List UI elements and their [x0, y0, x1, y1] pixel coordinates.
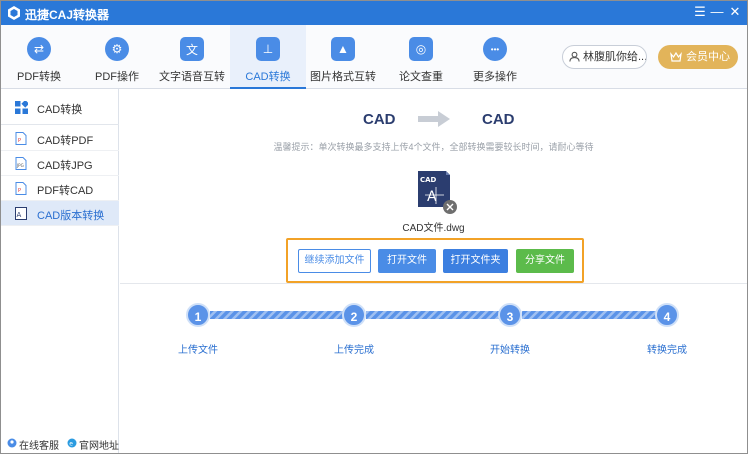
minimize-button[interactable]: — [708, 3, 726, 21]
svg-text:P: P [18, 138, 21, 144]
step-number: 4 [655, 303, 679, 327]
app-logo-icon [8, 6, 20, 20]
sidebar-title: CAD转换 [37, 104, 83, 116]
app-window: 迅捷CAJ转换器 ☰ — ✕ ⇄ PDF转换 ⚙ PDF操作 文 文字语音互转 … [0, 0, 748, 454]
svg-text:JPG: JPG [16, 163, 24, 168]
jpg-file-icon: JPG [15, 157, 27, 170]
step-label: 开始转换 [490, 345, 530, 356]
sidebar-item-pdf-to-cad[interactable]: P PDF转CAD [1, 176, 119, 201]
sidebar: CAD转换 P CAD转PDF JPG CAD转JPG P PDF转CAD A … [1, 89, 119, 453]
add-more-files-button[interactable]: 继续添加文件 [298, 249, 371, 273]
online-service-link[interactable]: 在线客服 [7, 437, 59, 452]
sidebar-item-label: CAD转JPG [37, 160, 93, 172]
cad-file-icon: A [15, 207, 27, 220]
svg-text:A: A [17, 211, 22, 219]
menu-icon[interactable]: ☰ [691, 3, 709, 21]
step-number: 3 [498, 303, 522, 327]
headset-icon [7, 438, 17, 448]
file-badge: CAD [420, 176, 437, 184]
target-format: CAD [482, 111, 515, 128]
cad-icon: ⊥ [256, 37, 280, 61]
sidebar-item-cad-version[interactable]: A CAD版本转换 [1, 201, 119, 226]
main-toolbar: ⇄ PDF转换 ⚙ PDF操作 文 文字语音互转 ⊥ CAD转换 ▲ 图片格式互… [1, 25, 747, 89]
sidebar-footer: 在线客服 e 官网地址 [1, 435, 119, 452]
user-name: 林腹肌你给... [583, 51, 647, 63]
website-label: 官网地址 [79, 441, 119, 452]
tab-label: 文字语音互转 [159, 71, 225, 83]
more-icon: ••• [483, 37, 507, 61]
file-name: CAD文件.dwg [402, 223, 465, 234]
vip-center-button[interactable]: 会员中心 [658, 45, 738, 69]
app-title: 迅捷CAJ转换器 [25, 8, 110, 22]
website-link[interactable]: e 官网地址 [67, 437, 119, 452]
tab-cad-convert[interactable]: ⊥ CAD转换 [230, 25, 306, 89]
pdf-file-icon: P [15, 132, 27, 145]
sidebar-item-label: PDF转CAD [37, 185, 94, 197]
vip-label: 会员中心 [686, 51, 730, 63]
tip-text: 温馨提示：单次转换最多支持上传4个文件，全部转换需要较长时间，请耐心等待 [273, 142, 594, 152]
step-number: 2 [342, 303, 366, 327]
tab-text-voice[interactable]: 文 文字语音互转 [156, 25, 228, 89]
user-icon [569, 51, 580, 62]
sidebar-header: CAD转换 [1, 89, 119, 125]
share-file-button[interactable]: 分享文件 [516, 249, 574, 273]
cad-file-icon[interactable]: CAD A [416, 171, 458, 215]
image-icon: ▲ [331, 37, 355, 61]
main-panel: CAD CAD 温馨提示：单次转换最多支持上传4个文件，全部转换需要较长时间，请… [120, 89, 747, 453]
tab-paper-check[interactable]: ◎ 论文查重 [385, 25, 457, 89]
tab-label: PDF转换 [17, 71, 61, 83]
close-button[interactable]: ✕ [726, 3, 744, 21]
divider [120, 283, 747, 284]
pdf-file-icon: P [15, 182, 27, 195]
svg-text:P: P [18, 188, 21, 194]
crown-icon [670, 51, 682, 62]
title-bar: 迅捷CAJ转换器 ☰ — ✕ [1, 1, 747, 25]
step-number: 1 [186, 303, 210, 327]
sidebar-item-label: CAD转PDF [37, 135, 94, 147]
action-button-group: 继续添加文件 打开文件 打开文件夹 分享文件 [286, 238, 584, 283]
tab-label: CAD转换 [245, 71, 291, 83]
progress-steps: 1 2 3 4 上传文件 上传完成 开始转换 转换完成 [120, 303, 747, 363]
source-format: CAD [363, 111, 396, 128]
tab-label: 论文查重 [399, 71, 443, 83]
tab-label: 图片格式互转 [310, 71, 376, 83]
online-service-label: 在线客服 [19, 441, 59, 452]
tab-image-format[interactable]: ▲ 图片格式互转 [307, 25, 379, 89]
browser-icon: e [67, 438, 77, 448]
sidebar-item-cad-to-pdf[interactable]: P CAD转PDF [1, 126, 119, 151]
gear-icon: ⚙ [105, 37, 129, 61]
user-account-button[interactable]: 林腹肌你给... [562, 45, 647, 69]
check-icon: ◎ [409, 37, 433, 61]
arrow-right-icon [418, 111, 450, 127]
step-label: 上传完成 [334, 345, 374, 356]
text-voice-icon: 文 [180, 37, 204, 61]
tab-pdf-operations[interactable]: ⚙ PDF操作 [81, 25, 153, 89]
grid-icon [15, 101, 28, 114]
svg-text:A: A [427, 189, 437, 205]
open-folder-button[interactable]: 打开文件夹 [443, 249, 508, 273]
tab-pdf-convert[interactable]: ⇄ PDF转换 [3, 25, 75, 89]
tab-label: 更多操作 [473, 71, 517, 83]
tab-more-operations[interactable]: ••• 更多操作 [459, 25, 531, 89]
sidebar-item-cad-to-jpg[interactable]: JPG CAD转JPG [1, 151, 119, 176]
step-label: 上传文件 [178, 345, 218, 356]
tab-label: PDF操作 [95, 71, 139, 83]
open-file-button[interactable]: 打开文件 [378, 249, 436, 273]
sidebar-item-label: CAD版本转换 [37, 210, 105, 222]
step-label: 转换完成 [647, 345, 687, 356]
svg-text:e: e [69, 441, 73, 448]
swap-icon: ⇄ [27, 37, 51, 61]
step-progress-bar [210, 311, 656, 319]
